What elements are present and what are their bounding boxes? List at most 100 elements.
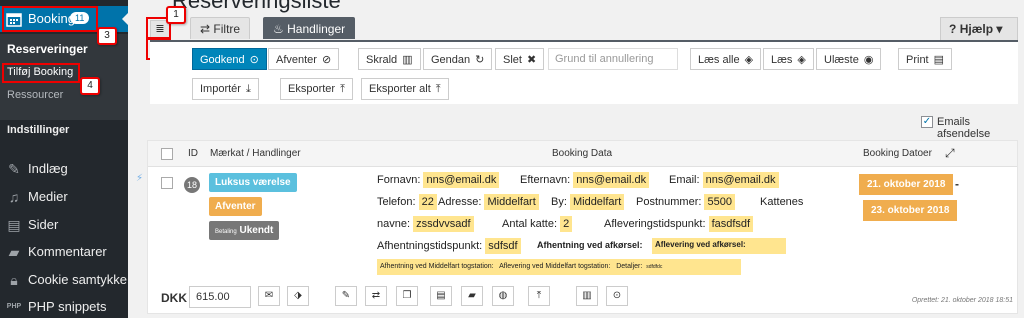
tab-filters[interactable]: ⇄ Filtre <box>190 17 251 39</box>
status-label[interactable]: Afventer <box>209 197 262 216</box>
export-all-button[interactable]: Eksporter alt ⤒ <box>361 78 449 100</box>
trash-button[interactable]: Skrald ▥ <box>358 48 421 70</box>
booking-date-from[interactable]: 21. oktober 2018 <box>859 174 954 195</box>
tag-icon: ⬗ <box>294 290 302 301</box>
column-header-booking-dates[interactable]: Booking Datoer <box>863 148 932 159</box>
booking-price-input[interactable]: 615.00 <box>189 286 251 308</box>
export-label: Eksporter <box>288 83 336 95</box>
submenu-resources[interactable]: Ressourcer <box>7 89 63 101</box>
field-navne: navne: zssdvvsadf <box>377 216 474 232</box>
tab-filters-label: Filtre <box>213 22 241 36</box>
sidebar-item-comments[interactable]: ▰ Kommentarer <box>0 241 128 263</box>
export-booking-button[interactable]: ⤒ <box>528 286 550 306</box>
duplicate-booking-button[interactable]: ❐ <box>396 286 418 306</box>
field-value: 2 <box>560 216 573 232</box>
sidebar-item-media[interactable]: ♫ Medier <box>0 186 128 208</box>
field-key: navne: <box>377 218 411 230</box>
check-circle-icon: ⊙ <box>612 290 622 301</box>
change-locale-button[interactable]: ◍ <box>492 286 514 306</box>
select-all-checkbox[interactable] <box>161 148 173 160</box>
approve-label: Godkend <box>200 54 245 66</box>
export-icon: ⤒ <box>536 290 542 301</box>
print-icon: ▤ <box>436 290 446 301</box>
read-all-button[interactable]: Læs alle ◈ <box>690 48 762 70</box>
read-button[interactable]: Læs ◈ <box>763 48 814 70</box>
approve-booking-button[interactable]: ⊙ <box>606 286 628 306</box>
sidebar-item-label: Cookie samtykke <box>28 272 127 287</box>
read-all-label: Læs alle <box>698 54 740 66</box>
column-header-id[interactable]: ID <box>188 148 198 159</box>
print-booking-button[interactable]: ▤ <box>430 286 452 306</box>
annotation-marker-1: 1 <box>166 6 186 24</box>
edit-booking-button[interactable]: ✎ <box>335 286 357 306</box>
tab-actions[interactable]: ♨ Handlinger <box>263 17 356 39</box>
import-button[interactable]: Importér ⤓ <box>192 78 259 100</box>
help-label: Hjælp <box>959 22 994 36</box>
pending-button[interactable]: Afventer ⊘ <box>268 48 340 70</box>
tag-button[interactable]: ⬗ <box>287 286 309 306</box>
shuffle-icon: ⇄ <box>200 22 211 36</box>
help-dropdown-button[interactable]: ? Hjælp ▾ <box>940 17 1018 41</box>
sidebar-item-php-snippets[interactable]: PHP PHP snippets <box>0 296 128 318</box>
booking-date-to[interactable]: 23. oktober 2018 <box>863 200 958 221</box>
payment-status-label[interactable]: Betaling Ukendt <box>209 221 280 240</box>
booking-id-badge: 18 <box>184 177 200 193</box>
delete-button[interactable]: Slet ✖ <box>495 48 545 70</box>
send-email-button[interactable]: ✉ <box>258 286 280 306</box>
field-email: Email: nns@email.dk <box>669 172 779 188</box>
payment-prefix: Betaling <box>215 229 237 235</box>
resource-label[interactable]: Luksus værelse <box>209 173 297 192</box>
table-header: ID Mærkat / Handlinger Booking Data Book… <box>148 141 1017 167</box>
sidebar-item-cookie-consent[interactable]: 🔒︎ Cookie samtykke <box>0 269 128 291</box>
close-icon: ✖ <box>526 54 537 66</box>
quick-edit-icon[interactable]: ⚡︎ <box>136 173 143 184</box>
payment-value: Ukendt <box>239 225 274 236</box>
field-fornavn: Fornavn: nns@email.dk <box>377 172 500 188</box>
caret-down-icon: ▾ <box>996 22 1003 36</box>
field-value: nns@email.dk <box>423 172 500 188</box>
eye-slash-icon: ◈ <box>744 54 754 66</box>
annotation-marker-4: 4 <box>80 77 100 95</box>
restore-label: Gendan <box>431 54 471 66</box>
delete-label: Slet <box>503 54 522 66</box>
field-by: By: Middelfart <box>551 194 625 210</box>
sidebar-item-pages[interactable]: ▤ Sider <box>0 214 128 236</box>
approve-button[interactable]: Godkend ⊙ <box>192 48 267 70</box>
field-value: Middelfart <box>484 194 539 210</box>
sidebar-item-label: Medier <box>28 189 68 204</box>
pending-label: Afventer <box>276 54 317 66</box>
date-separator: - <box>955 177 959 191</box>
pin-icon: ✎ <box>8 161 20 177</box>
add-note-button[interactable]: ▰ <box>461 286 483 306</box>
field-key: Detaljer: <box>616 263 643 270</box>
unread-button[interactable]: Ulæste ◉ <box>816 48 882 70</box>
change-resource-button[interactable]: ⇄ <box>365 286 387 306</box>
envelope-icon: ✉ <box>264 290 274 301</box>
field-afleveringstidspunkt: Afleveringstidspunkt: fasdfsdf <box>604 216 754 232</box>
trash-icon: ▥ <box>402 54 413 66</box>
trash-booking-button[interactable]: ▥ <box>576 286 598 306</box>
sidebar-item-posts[interactable]: ✎ Indlæg <box>0 158 128 180</box>
print-label: Print <box>906 54 929 66</box>
emails-sending-checkbox[interactable]: ✓ <box>921 116 933 128</box>
field-value: sdfsdf <box>485 238 521 254</box>
field-afhentning-afkorsel: Afhentning ved afkørsel: <box>537 240 643 250</box>
field-kattenes: Kattenes <box>760 196 804 208</box>
check-circle-icon: ⊙ <box>249 54 259 66</box>
sidebar-item-label: Indlæg <box>28 161 68 176</box>
export-icon: ⤒ <box>435 83 441 95</box>
ban-icon: ⊘ <box>321 54 332 66</box>
sidebar-item-settings[interactable]: Indstillinger <box>7 124 69 136</box>
field-value: sdfdfdc <box>646 264 663 270</box>
field-afhentningstidspunkt: Afhentningstidspunkt: sdfsdf <box>377 238 521 254</box>
expand-icon[interactable]: ⤢ <box>945 146 955 161</box>
tab-actions-label: Handlinger <box>287 22 346 36</box>
cancellation-reason-input[interactable]: Grund til annullering <box>548 48 678 70</box>
field-value: 5500 <box>704 194 735 210</box>
print-button[interactable]: Print ▤ <box>898 48 953 70</box>
eye-icon: ◉ <box>863 54 874 66</box>
row-select-checkbox[interactable] <box>161 177 173 189</box>
export-button[interactable]: Eksporter ⤒ <box>280 78 353 100</box>
submenu-reservations[interactable]: Reserveringer <box>7 42 88 56</box>
restore-button[interactable]: Gendan ↻ <box>423 48 493 70</box>
